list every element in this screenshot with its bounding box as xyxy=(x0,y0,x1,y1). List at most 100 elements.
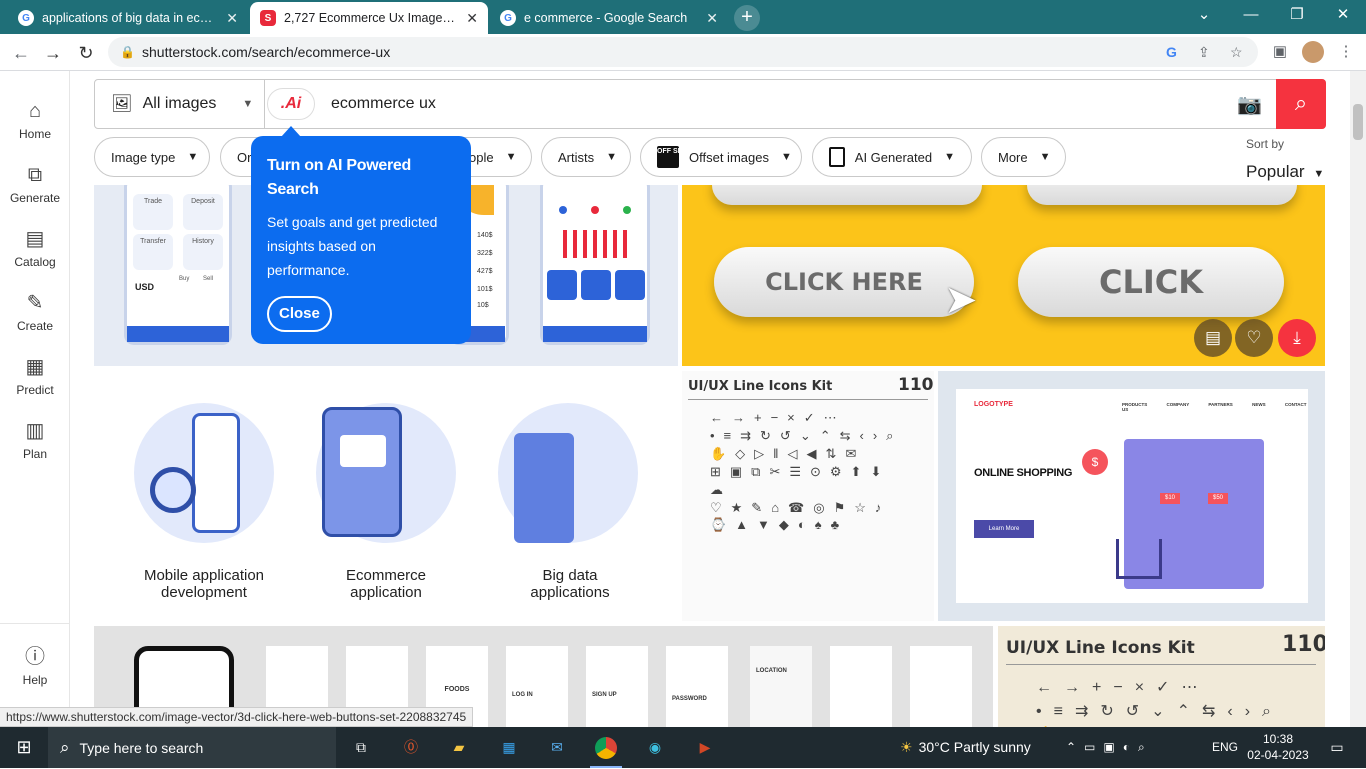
google-lens-icon[interactable]: G xyxy=(1166,37,1177,67)
tab-google-search[interactable]: G e commerce - Google Search ✕ xyxy=(490,2,728,34)
address-bar[interactable]: 🔒 shutterstock.com/search/ecommerce-ux G… xyxy=(108,37,1258,67)
button-graphic xyxy=(712,185,982,205)
image-result-icons-kit[interactable]: UI/UX Line Icons Kit 110 ←→+−×✓⋯•≡⇉↻↺⌄⌃⇆… xyxy=(682,371,934,621)
chrome-icon[interactable] xyxy=(590,727,622,768)
weather-sun-icon: ☀ xyxy=(900,739,913,755)
task-view-icon[interactable]: ⧉ xyxy=(346,727,376,768)
chevron-down-icon: ▼ xyxy=(1039,151,1051,163)
tab-title: 2,727 Ecommerce Ux Images, Sto xyxy=(284,11,459,25)
filter-image-type[interactable]: Image type ▼ xyxy=(94,137,210,177)
ai-search-toggle[interactable]: .Ai xyxy=(267,88,315,120)
sidebar-item-create[interactable]: ✎ Create xyxy=(0,291,70,333)
minimize-button[interactable]: — xyxy=(1228,0,1274,32)
download-icon[interactable]: ⤓ xyxy=(1278,319,1316,357)
sidebar-item-label: Create xyxy=(16,319,54,333)
phone-mockup xyxy=(540,185,650,345)
mail-icon[interactable]: ✉ xyxy=(542,727,572,768)
price-tag: $10 xyxy=(1160,493,1180,504)
similar-images-icon[interactable]: ▤ xyxy=(1194,319,1232,357)
weather-widget[interactable]: ☀ 30°C Partly sunny xyxy=(900,727,1050,768)
website-mockup: LOGOTYPE PRODUCTS COMPANY PARTNERS NEWS … xyxy=(956,389,1308,603)
edge-icon[interactable]: ◉ xyxy=(640,727,670,768)
sidebar-item-catalog[interactable]: ▤ Catalog xyxy=(0,227,70,269)
tooltip-close-button[interactable]: Close xyxy=(267,296,332,332)
phone-mockup: Trade Deposit Transfer History USD Buy S… xyxy=(124,185,232,345)
chevron-down-icon: ▼ xyxy=(242,98,254,110)
app-icon[interactable]: ⓪ xyxy=(396,727,426,768)
file-explorer-icon[interactable]: ▰ xyxy=(444,727,474,768)
icon-grid: ←→+−×✓⋯•≡⇉↻↺⌄⌃⇆‹›⌕✋◇▷‖◁◀⇅✉⊞▣⧉✂☰⊙⚙⬆⬇☁♡★✎⌂… xyxy=(710,410,903,533)
sidebar-item-label: Generate xyxy=(9,191,61,205)
screen-card xyxy=(830,646,892,727)
app-label: Trade xyxy=(133,194,173,230)
storefront-icon xyxy=(340,435,386,467)
system-tray-icons[interactable]: ⌃▭▣◐⌕ xyxy=(1066,727,1176,768)
search-button[interactable]: ⌕ xyxy=(1276,79,1326,129)
app-label: Buy xyxy=(179,276,190,282)
image-result-icons-kit-2[interactable]: UI/UX Line Icons Kit 110 ←→+−×✓⋯•≡⇉↻↺⌄⌃⇆… xyxy=(998,626,1325,727)
new-tab-button[interactable]: + xyxy=(734,5,760,31)
image-result-click-here-buttons[interactable]: CLICK HERE CLICK ➤ ▤ ♡ ⤓ xyxy=(682,185,1325,366)
tab-search-icon[interactable]: ⌄ xyxy=(1181,0,1227,32)
sort-dropdown[interactable]: Popular ▼ xyxy=(1246,162,1324,182)
tab-shutterstock[interactable]: S 2,727 Ecommerce Ux Images, Sto ✕ xyxy=(250,2,488,34)
sidebar-item-help[interactable]: ⓘ Help xyxy=(0,645,70,687)
restore-button[interactable]: ❐ xyxy=(1274,0,1320,32)
nav-item: NEWS xyxy=(1252,402,1266,407)
close-tab-icon[interactable]: ✕ xyxy=(706,10,718,27)
caption-line: application xyxy=(350,584,422,601)
reload-button[interactable]: ↻ xyxy=(73,40,99,66)
sidebar-item-label: Plan xyxy=(22,447,48,461)
filter-ai-generated[interactable]: AI Generated ▼ xyxy=(812,137,972,177)
sort-label: Sort by xyxy=(1246,137,1285,151)
image-type-label: All images xyxy=(142,95,217,112)
dot-icon xyxy=(591,206,599,214)
filter-offset-images[interactable]: OFF SET Offset images ▼ xyxy=(640,137,802,177)
close-tab-icon[interactable]: ✕ xyxy=(226,10,238,27)
caption-line: applications xyxy=(530,584,610,601)
store-icon[interactable]: ▦ xyxy=(494,727,524,768)
clock[interactable]: 10:38 02-04-2023 xyxy=(1246,727,1310,768)
share-icon[interactable]: ⇪ xyxy=(1198,37,1210,67)
sidebar-item-home[interactable]: ⌂ Home xyxy=(0,99,70,141)
side-panel-icon[interactable]: ▣ xyxy=(1270,42,1290,62)
camera-search-icon[interactable]: 📷 xyxy=(1237,92,1262,117)
close-window-button[interactable]: ✕ xyxy=(1320,0,1366,32)
sidebar-item-generate[interactable]: ⧉ Generate xyxy=(0,163,70,205)
filter-artists[interactable]: Artists ▼ xyxy=(541,137,631,177)
language-indicator[interactable]: ENG xyxy=(1210,727,1240,768)
icons-kit-title: UI/UX Line Icons Kit xyxy=(1006,638,1195,658)
back-button[interactable]: ← xyxy=(8,40,34,66)
sidebar-item-plan[interactable]: ▥ Plan xyxy=(0,419,70,461)
scrollbar-thumb[interactable] xyxy=(1353,104,1363,140)
powerpoint-icon[interactable]: ▶ xyxy=(690,727,720,768)
menu-icon[interactable]: ⋮ xyxy=(1336,42,1356,62)
app-navbar xyxy=(127,326,229,342)
page-scrollbar[interactable] xyxy=(1350,71,1366,727)
image-type-dropdown[interactable]: 🖼 All images ▼ xyxy=(95,80,265,128)
forward-button[interactable]: → xyxy=(40,40,66,66)
filter-more[interactable]: More ▼ xyxy=(981,137,1066,177)
help-icon: ⓘ xyxy=(25,646,45,668)
app-value: 427$ xyxy=(477,268,493,275)
notification-icon[interactable]: ▭ xyxy=(1322,727,1352,768)
generate-icon: ⧉ xyxy=(27,164,43,186)
image-result-online-shopping[interactable]: LOGOTYPE PRODUCTS COMPANY PARTNERS NEWS … xyxy=(938,371,1325,621)
favorite-heart-icon[interactable]: ♡ xyxy=(1235,319,1273,357)
taskbar-search-box[interactable]: ⌕ Type here to search xyxy=(48,727,336,768)
windows-start-icon[interactable]: ⊞ xyxy=(8,727,40,768)
search-input[interactable]: ecommerce ux xyxy=(331,80,436,128)
tab-applications-big-data[interactable]: G applications of big data in ecomm ✕ xyxy=(8,2,248,34)
filter-label: Artists xyxy=(558,149,595,165)
image-result-app-illustrations[interactable]: Mobile application development Ecommerce a… xyxy=(94,371,678,621)
icons-kit-count: 110 xyxy=(898,375,934,395)
clock-date: 02-04-2023 xyxy=(1247,748,1309,762)
close-tab-icon[interactable]: ✕ xyxy=(466,10,478,27)
chevron-down-icon: ▼ xyxy=(780,151,792,163)
app-card xyxy=(581,270,611,300)
profile-avatar[interactable] xyxy=(1302,41,1324,63)
bookmark-star-icon[interactable]: ☆ xyxy=(1230,37,1243,67)
chevron-down-icon: ▼ xyxy=(606,151,618,163)
sidebar-item-predict[interactable]: ▦ Predict xyxy=(0,355,70,397)
nav-item: PARTNERS xyxy=(1208,402,1233,407)
